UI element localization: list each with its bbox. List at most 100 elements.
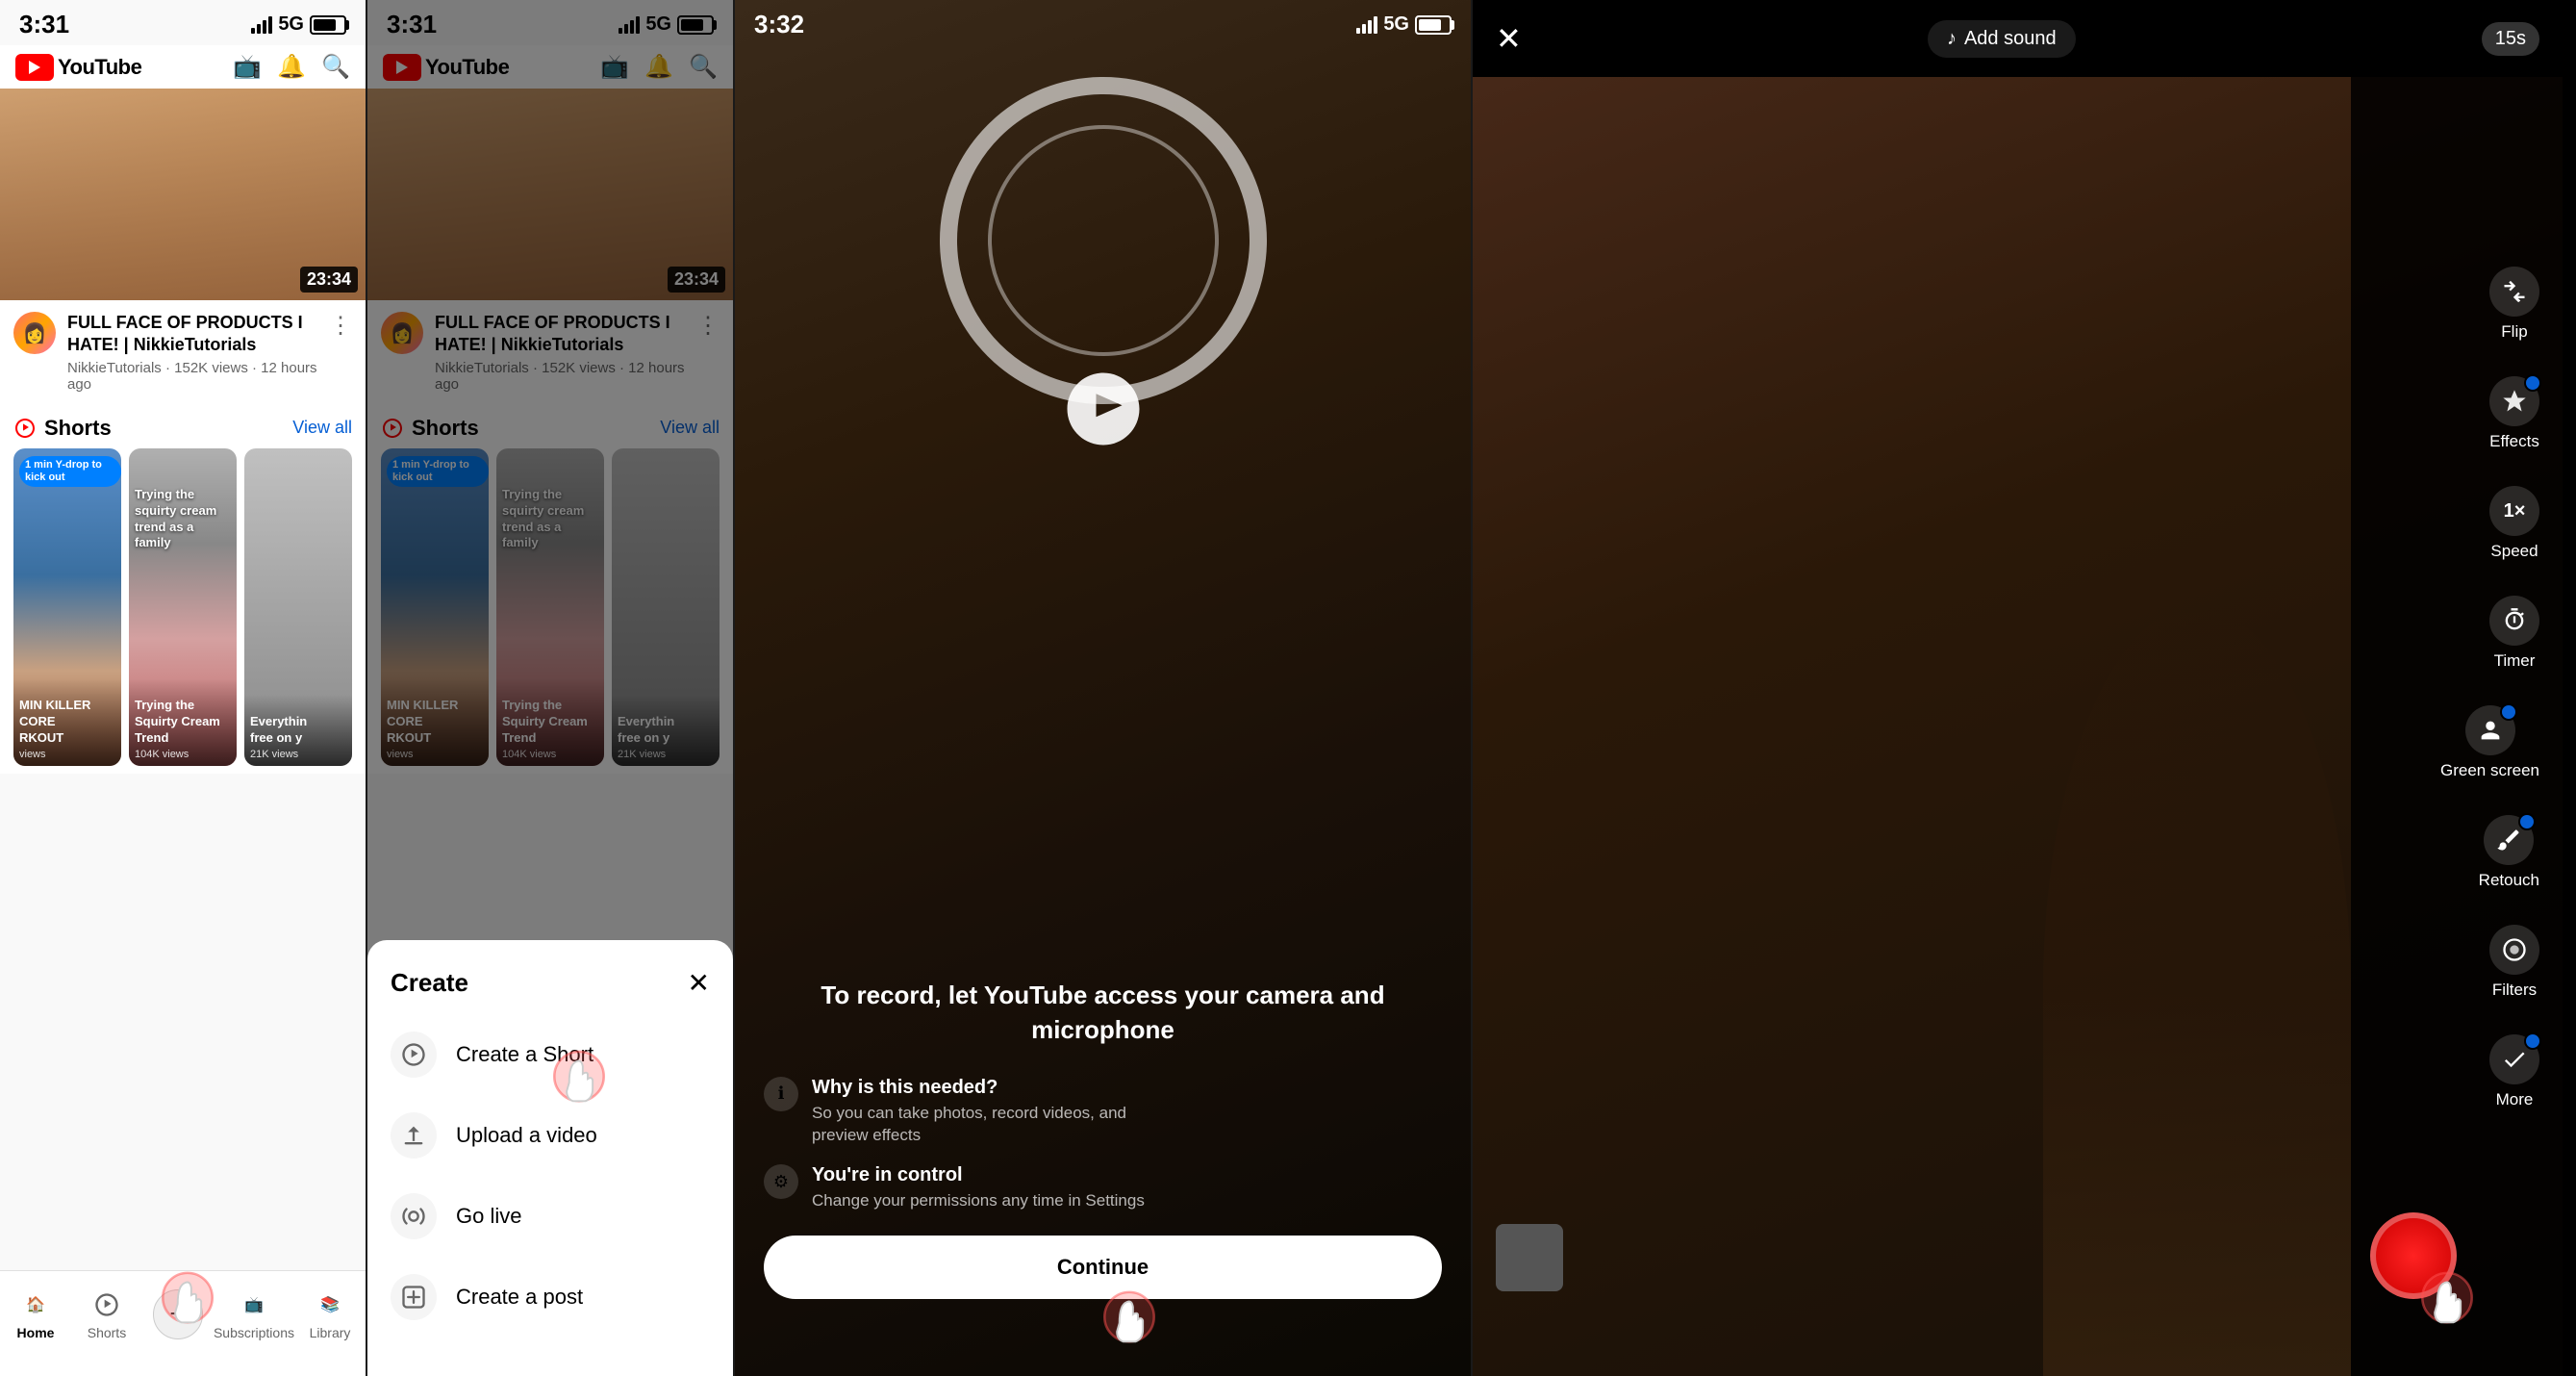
nav-home-1[interactable]: 🏠 Home <box>0 1288 71 1340</box>
notification-icon-1[interactable]: 🔔 <box>277 53 306 81</box>
upload-label: Upload a video <box>456 1123 597 1148</box>
perm-heading-1: Why is this needed? <box>812 1077 1126 1099</box>
modal-header: Create ✕ <box>367 959 733 1014</box>
nav-home-label-1: Home <box>17 1325 55 1340</box>
short-item-3[interactable]: Everythinfree on y 21K views <box>244 448 352 766</box>
short-views-3: 21K views <box>250 749 346 760</box>
subscriptions-icon-1: 📺 <box>238 1288 270 1321</box>
permission-item-2: ⚙ You're in control Change your permissi… <box>764 1164 1442 1212</box>
bottom-nav-1: 🏠 Home Shorts + 📺 Subscriptions 📚 Librar… <box>0 1270 366 1376</box>
timer-icon <box>2489 596 2539 646</box>
perm-heading-2: You're in control <box>812 1164 1145 1186</box>
effect-effects[interactable]: Effects <box>2489 376 2539 451</box>
library-icon-1: 📚 <box>314 1288 346 1321</box>
short-title-1: MIN KILLER CORERKOUT <box>19 698 115 747</box>
speed-icon: 1× <box>2489 486 2539 536</box>
upload-icon <box>391 1112 437 1159</box>
modal-close-btn[interactable]: ✕ <box>688 967 710 999</box>
modal-item-upload[interactable]: Upload a video <box>367 1095 733 1176</box>
cast-icon-1[interactable]: 📺 <box>233 53 262 81</box>
post-label: Create a post <box>456 1285 583 1310</box>
continue-button-3[interactable]: Continue <box>764 1236 1442 1299</box>
nav-subs-label-1: Subscriptions <box>214 1325 294 1340</box>
nav-library-1[interactable]: 📚 Library <box>294 1288 366 1340</box>
search-icon-1[interactable]: 🔍 <box>321 53 350 81</box>
effect-filters[interactable]: Filters <box>2489 925 2539 1000</box>
create-short-label: Create a Short <box>456 1042 593 1067</box>
nav-subscriptions-1[interactable]: 📺 Subscriptions <box>214 1288 294 1340</box>
video-meta-1: 👩 FULL FACE OF PRODUCTS I HATE! | Nikkie… <box>0 300 366 404</box>
status-bar-1: 3:31 5G <box>0 0 366 45</box>
youtube-logo-1: YouTube <box>15 54 141 81</box>
signal-icon-3 <box>1356 16 1377 34</box>
shorts-grid-1: 1 min Y-drop to kick out MIN KILLER CORE… <box>0 448 366 766</box>
video-duration-1: 23:34 <box>300 267 358 293</box>
battery-icon-3 <box>1415 15 1452 35</box>
timer-label: Timer <box>2494 651 2536 671</box>
effect-timer[interactable]: Timer <box>2489 596 2539 671</box>
phone-1: 3:31 5G YouTube 📺 🔔 🔍 23:34 👩 <box>0 0 366 1376</box>
more-badge <box>2524 1032 2541 1050</box>
shorts-big-logo-3 <box>1060 366 1147 457</box>
green-screen-icon <box>2465 705 2515 755</box>
modal-item-post[interactable]: Create a post <box>367 1257 733 1338</box>
header-icons-1: 📺 🔔 🔍 <box>233 53 350 81</box>
phone4-header: ✕ ♪ Add sound 15s <box>1473 0 2563 77</box>
create-icon-1[interactable]: + <box>153 1289 203 1339</box>
phone-4: 3:32 5G ✕ ♪ Add sound 15s <box>1473 0 2563 1376</box>
perm-text-2: You're in control Change your permission… <box>812 1164 1145 1212</box>
shorts-logo-icon-1 <box>13 417 37 440</box>
perm-text-1: Why is this needed? So you can take phot… <box>812 1077 1126 1148</box>
modal-title: Create <box>391 968 468 998</box>
record-button-4[interactable] <box>2370 1212 2457 1299</box>
network-label-1: 5G <box>278 13 304 36</box>
green-screen-badge <box>2500 703 2517 721</box>
short-tag-1: 1 min Y-drop to kick out <box>19 456 121 487</box>
short-title-3: Everythinfree on y <box>250 714 346 747</box>
gallery-thumbnail-4[interactable] <box>1496 1224 1563 1291</box>
effects-icon <box>2489 376 2539 426</box>
short-views-2: 104K views <box>135 749 231 760</box>
effect-more[interactable]: More <box>2489 1034 2539 1109</box>
perm-sub-1: So you can take photos, record videos, a… <box>812 1102 1126 1148</box>
close-button-4[interactable]: ✕ <box>1496 20 1522 57</box>
retouch-badge <box>2518 813 2536 830</box>
permission-title-3: To record, let YouTube access your camer… <box>764 978 1442 1048</box>
effect-retouch[interactable]: Retouch <box>2479 815 2539 890</box>
music-icon-4: ♪ <box>1947 28 1957 50</box>
in-control-icon: ⚙ <box>764 1164 798 1199</box>
effect-flip[interactable]: Flip <box>2489 267 2539 342</box>
short-title-2: Trying the Squirty Cream Trend <box>135 698 231 747</box>
modal-item-live[interactable]: Go live <box>367 1176 733 1257</box>
short-item-1[interactable]: 1 min Y-drop to kick out MIN KILLER CORE… <box>13 448 121 766</box>
nav-shorts-1[interactable]: Shorts <box>71 1288 142 1340</box>
permission-bottom-3: To record, let YouTube access your camer… <box>764 978 1442 1299</box>
video-more-btn-1[interactable]: ⋮ <box>329 312 352 340</box>
create-modal: Create ✕ Create a Short Upload a video <box>367 940 733 1376</box>
status-time-1: 3:31 <box>19 10 69 39</box>
speed-label: Speed <box>2490 542 2538 561</box>
yt-play-icon-1 <box>15 54 54 81</box>
effect-speed[interactable]: 1× Speed <box>2489 486 2539 561</box>
modal-item-create-short[interactable]: Create a Short <box>367 1014 733 1095</box>
short-bottom-1: MIN KILLER CORERKOUT views <box>13 678 121 766</box>
network-label-3: 5G <box>1383 13 1409 36</box>
view-all-btn-1[interactable]: View all <box>292 418 352 438</box>
video-thumbnail-1[interactable]: 23:34 <box>0 89 366 300</box>
add-sound-btn[interactable]: ♪ Add sound <box>1928 20 2076 58</box>
more-icon <box>2489 1034 2539 1084</box>
effects-label: Effects <box>2489 432 2539 451</box>
status-bar-3: 3:32 5G <box>735 0 1471 45</box>
home-icon-1: 🏠 <box>19 1288 52 1321</box>
filters-icon <box>2489 925 2539 975</box>
short-item-2[interactable]: Trying the squirty creamtrend as a famil… <box>129 448 237 766</box>
effects-panel: Flip Effects 1× Speed Timer <box>2351 0 2563 1376</box>
nav-shorts-label-1: Shorts <box>88 1325 126 1340</box>
flip-icon <box>2489 267 2539 317</box>
person-bg <box>2043 606 2351 1376</box>
short-views-1: views <box>19 749 115 760</box>
effect-green-screen[interactable]: Green screen <box>2440 705 2539 780</box>
green-screen-label: Green screen <box>2440 761 2539 780</box>
nav-create-1[interactable]: + <box>142 1289 214 1339</box>
create-short-icon <box>391 1032 437 1078</box>
